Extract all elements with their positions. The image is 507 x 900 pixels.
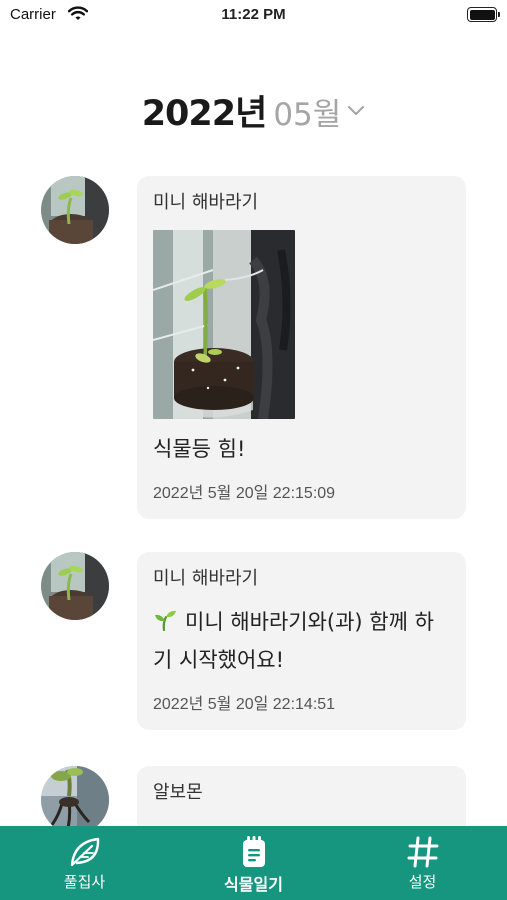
tab-label: 설정 bbox=[408, 873, 437, 891]
diary-photo[interactable] bbox=[153, 230, 295, 419]
sprout-icon bbox=[153, 606, 177, 642]
status-time: 11:22 PM bbox=[221, 6, 286, 23]
notepad-icon bbox=[241, 836, 267, 868]
month-selector[interactable]: 2022년 05월 bbox=[0, 85, 507, 134]
tab-bar: 풀집사 식물일기 설정 bbox=[0, 826, 507, 900]
plant-avatar[interactable] bbox=[41, 176, 109, 244]
diary-content: 식물등 힘! bbox=[153, 437, 246, 461]
month-label: 05월 bbox=[273, 97, 342, 133]
tab-label: 식물일기 bbox=[224, 875, 283, 894]
diary-feed[interactable]: 미니 해바라기 식물등 힘! 2022년 5월 20일 22:15:09 미니 … bbox=[0, 176, 507, 826]
plant-name: 알보몬 bbox=[153, 782, 203, 803]
diary-card[interactable]: 알보몬 bbox=[137, 766, 466, 826]
chevron-down-icon[interactable] bbox=[347, 102, 365, 121]
hashtag-icon bbox=[407, 836, 439, 868]
tab-plant-butler[interactable]: 풀집사 bbox=[0, 826, 169, 900]
plant-name: 미니 해바라기 bbox=[153, 568, 259, 589]
diary-card[interactable]: 미니 해바라기 미니 해바라기와(과) 함께 하기 시작했어요! 2022년 5… bbox=[137, 552, 466, 730]
battery-icon bbox=[467, 7, 500, 22]
plant-name: 미니 해바라기 bbox=[153, 192, 259, 213]
diary-card[interactable]: 미니 해바라기 식물등 힘! 2022년 5월 20일 22:15:09 bbox=[137, 176, 466, 519]
plant-avatar[interactable] bbox=[41, 552, 109, 620]
tab-settings[interactable]: 설정 bbox=[338, 826, 507, 900]
plant-avatar[interactable] bbox=[41, 766, 109, 826]
battery-level bbox=[469, 9, 495, 20]
leaf-icon bbox=[68, 836, 102, 868]
diary-content: 미니 해바라기와(과) 함께 하기 시작했어요! bbox=[153, 604, 450, 678]
diary-timestamp: 2022년 5월 20일 22:14:51 bbox=[153, 696, 336, 713]
diary-content-text: 미니 해바라기와(과) 함께 하기 시작했어요! bbox=[153, 610, 434, 672]
diary-timestamp: 2022년 5월 20일 22:15:09 bbox=[153, 485, 336, 502]
tab-label: 풀집사 bbox=[63, 873, 106, 891]
tab-plant-diary[interactable]: 식물일기 bbox=[169, 826, 338, 900]
year-label: 2022년 bbox=[141, 94, 268, 134]
status-bar: Carrier 11:22 PM bbox=[0, 0, 507, 32]
